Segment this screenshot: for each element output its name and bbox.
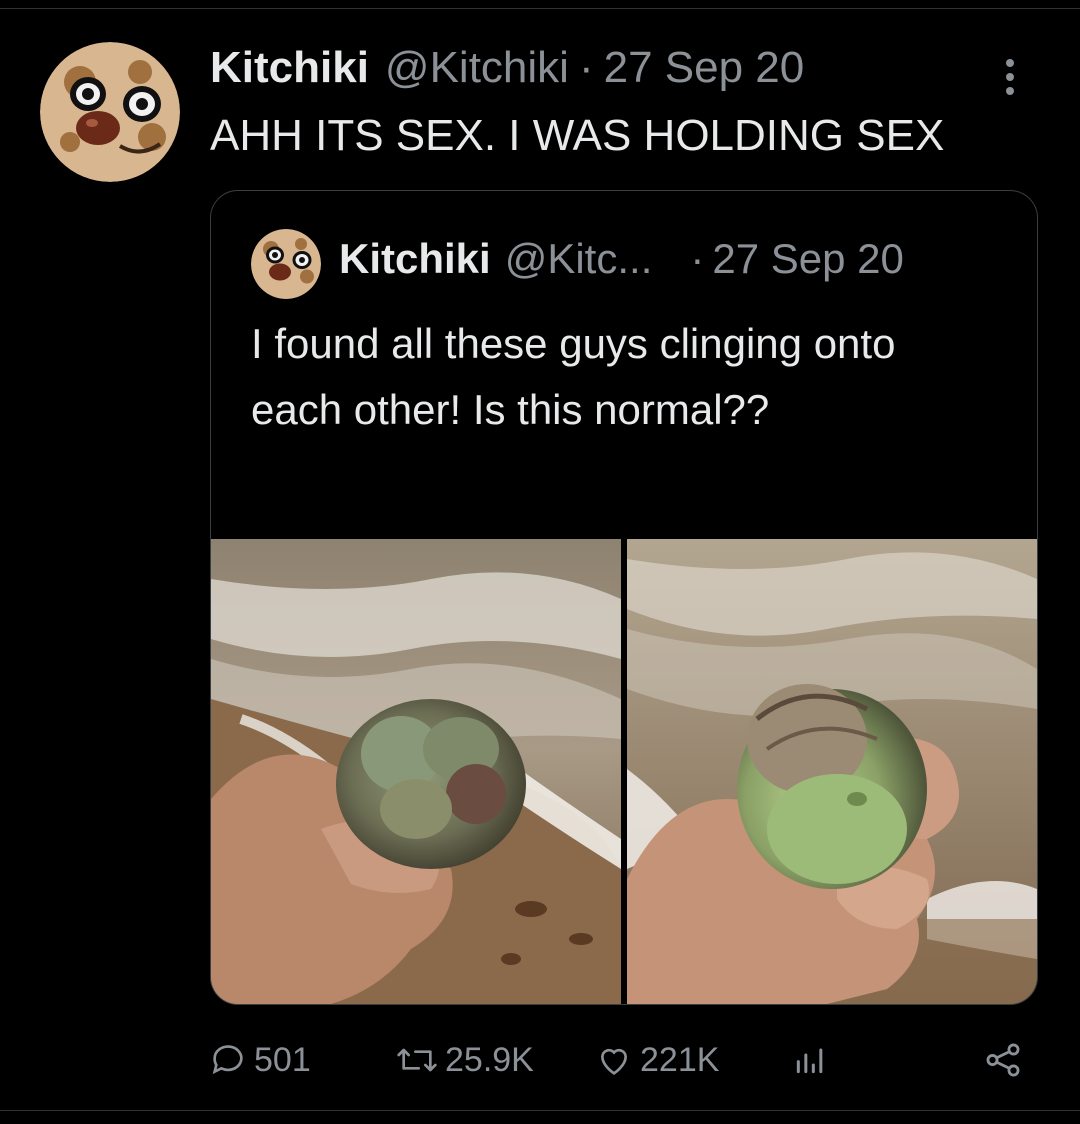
quoted-tweet-date[interactable]: 27 Sep 20 [712, 231, 904, 287]
divider-bottom [0, 1110, 1080, 1111]
tweet-screen: Kitchiki @Kitchiki · 27 Sep 20 AHH ITS S… [0, 0, 1080, 1124]
photo-2[interactable] [627, 539, 1037, 1004]
quoted-tweet[interactable]: Kitchiki @Kitc... · 27 Sep 20 I found al… [210, 190, 1038, 1005]
reply-count: 501 [254, 1040, 311, 1079]
quoted-tweet-header: Kitchiki @Kitc... · 27 Sep 20 [339, 231, 904, 287]
views-button[interactable] [790, 1030, 830, 1090]
like-button[interactable]: 221K [594, 1030, 719, 1090]
tweet-date[interactable]: 27 Sep 20 [604, 40, 805, 96]
quoted-tweet-text: I found all these guys clinging onto eac… [251, 320, 896, 433]
quoted-author-handle[interactable]: @Kitc... [505, 231, 653, 287]
author-avatar[interactable] [40, 42, 180, 182]
quoted-separator-dot: · [690, 235, 705, 282]
photo-grid [211, 539, 1037, 1004]
retweet-count: 25.9K [445, 1040, 534, 1079]
tweet-header: Kitchiki @Kitchiki · 27 Sep 20 [210, 40, 804, 96]
more-vertical-icon[interactable] [985, 52, 1035, 102]
action-bar: 501 25.9K 221K [0, 1030, 1080, 1090]
share-icon [982, 1039, 1024, 1081]
retweet-button[interactable]: 25.9K [395, 1030, 534, 1090]
retweet-icon [395, 1040, 439, 1080]
like-count: 221K [640, 1040, 720, 1079]
heart-icon [594, 1040, 634, 1080]
author-name[interactable]: Kitchiki [210, 40, 369, 96]
photo-1[interactable] [211, 539, 621, 1004]
separator-dot: · [578, 43, 594, 92]
reply-button[interactable]: 501 [208, 1030, 311, 1090]
tweet-text: AHH ITS SEX. I WAS HOLDING SEX [210, 111, 945, 160]
reply-icon [208, 1040, 248, 1080]
quoted-author-avatar[interactable] [251, 229, 321, 299]
divider-top [0, 8, 1080, 9]
views-icon [790, 1040, 830, 1080]
share-button[interactable] [982, 1030, 1024, 1090]
author-handle[interactable]: @Kitchiki [385, 40, 569, 96]
quoted-author-name[interactable]: Kitchiki [339, 231, 491, 287]
